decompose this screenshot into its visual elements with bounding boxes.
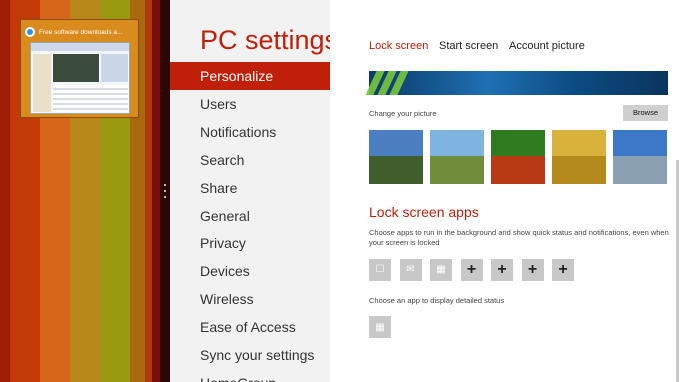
background-stripe xyxy=(0,0,10,382)
nav-item-ease-of-access[interactable]: Ease of Access xyxy=(170,313,330,341)
nav-item-personalize[interactable]: Personalize xyxy=(170,62,330,90)
page-hero-image xyxy=(53,54,99,82)
change-picture-label: Change your picture xyxy=(369,109,437,118)
nav-item-privacy[interactable]: Privacy xyxy=(170,229,330,257)
lock-screen-app-slot[interactable]: ▦ xyxy=(430,259,452,281)
nav-item-notifications[interactable]: Notifications xyxy=(170,118,330,146)
add-lock-screen-app-button[interactable]: + xyxy=(460,259,483,281)
calendar-icon: ▦ xyxy=(436,264,446,275)
thumbnail-lower xyxy=(552,156,606,184)
page-content-rows xyxy=(53,85,128,112)
mail-icon: ✉ xyxy=(406,264,415,275)
thumbnail-lower xyxy=(430,156,484,184)
lock-screen-apps-heading: Lock screen apps xyxy=(369,204,479,220)
add-lock-screen-app-button[interactable]: + xyxy=(552,259,574,281)
add-icon: + xyxy=(497,261,507,278)
picture-thumbnail-coastline[interactable] xyxy=(430,130,484,184)
background-stripe xyxy=(152,0,160,382)
snapped-browser-window[interactable]: Free software downloads a... xyxy=(20,19,139,118)
tab-account-picture[interactable]: Account picture xyxy=(509,40,585,52)
settings-nav-pane: PC settings Personalize Users Notification… xyxy=(170,0,330,382)
internet-explorer-icon xyxy=(25,27,35,37)
nav-item-wireless[interactable]: Wireless xyxy=(170,285,330,313)
page-title: PC settings xyxy=(200,25,330,55)
background-stripe xyxy=(145,0,152,382)
nav-item-homegroup[interactable]: HomeGroup xyxy=(170,369,330,382)
add-lock-screen-app-button[interactable]: + xyxy=(521,259,544,281)
nav-item-sync-your-settings[interactable]: Sync your settings xyxy=(170,341,330,369)
thumbnail-lower xyxy=(491,156,545,184)
snapped-page-preview xyxy=(30,42,130,114)
picture-thumbnail-mountain-lake[interactable] xyxy=(369,130,423,184)
grip-dot xyxy=(164,190,166,192)
nav-item-devices[interactable]: Devices xyxy=(170,257,330,285)
tab-start-screen[interactable]: Start screen xyxy=(439,40,498,52)
nav-item-general[interactable]: General xyxy=(170,202,330,230)
picture-thumbnail-red-flowers[interactable] xyxy=(491,130,545,184)
grip-dot xyxy=(164,196,166,198)
thumbnail-lower xyxy=(613,156,667,184)
nav-item-search[interactable]: Search xyxy=(170,146,330,174)
add-icon: + xyxy=(527,261,538,278)
picture-thumbnail-golden-grass[interactable] xyxy=(552,130,606,184)
page-side-banner xyxy=(101,54,128,82)
message-icon: ☐ xyxy=(375,264,385,275)
add-icon: + xyxy=(466,261,477,278)
tab-lock-screen[interactable]: Lock screen xyxy=(369,40,428,52)
page-header xyxy=(31,43,129,51)
snapped-window-title: Free software downloads a... xyxy=(39,28,123,36)
add-lock-screen-app-button[interactable]: + xyxy=(491,259,513,281)
snap-divider[interactable] xyxy=(160,0,170,382)
nav-item-users[interactable]: Users xyxy=(170,90,330,118)
detailed-status-app-slot[interactable]: ▦ xyxy=(369,316,391,338)
picture-thumbnail-snowy-peaks-road[interactable] xyxy=(613,130,667,184)
nav-item-share[interactable]: Share xyxy=(170,174,330,202)
thumbnail-lower xyxy=(369,156,423,184)
divider-grip-icon[interactable] xyxy=(164,184,166,198)
settings-content-pane: Lock screen Start screen Account picture C… xyxy=(330,0,680,382)
snapped-app-area: Free software downloads a... xyxy=(0,0,160,382)
calendar-icon: ▦ xyxy=(375,321,385,333)
add-icon: + xyxy=(558,261,568,278)
snapped-window-title-bar: Free software downloads a... xyxy=(25,25,134,39)
vertical-scrollbar[interactable] xyxy=(676,160,679,382)
browse-button[interactable]: Browse xyxy=(623,105,668,121)
detailed-status-label: Choose an app to display detailed status xyxy=(369,296,505,305)
lock-screen-preview xyxy=(365,71,668,95)
lock-screen-app-slot[interactable]: ☐ xyxy=(369,259,391,281)
page-sidebar xyxy=(33,54,51,112)
grip-dot xyxy=(164,184,166,186)
lock-screen-app-slot[interactable]: ✉ xyxy=(399,259,422,281)
lock-screen-apps-description: Choose apps to run in the background and… xyxy=(369,228,669,247)
